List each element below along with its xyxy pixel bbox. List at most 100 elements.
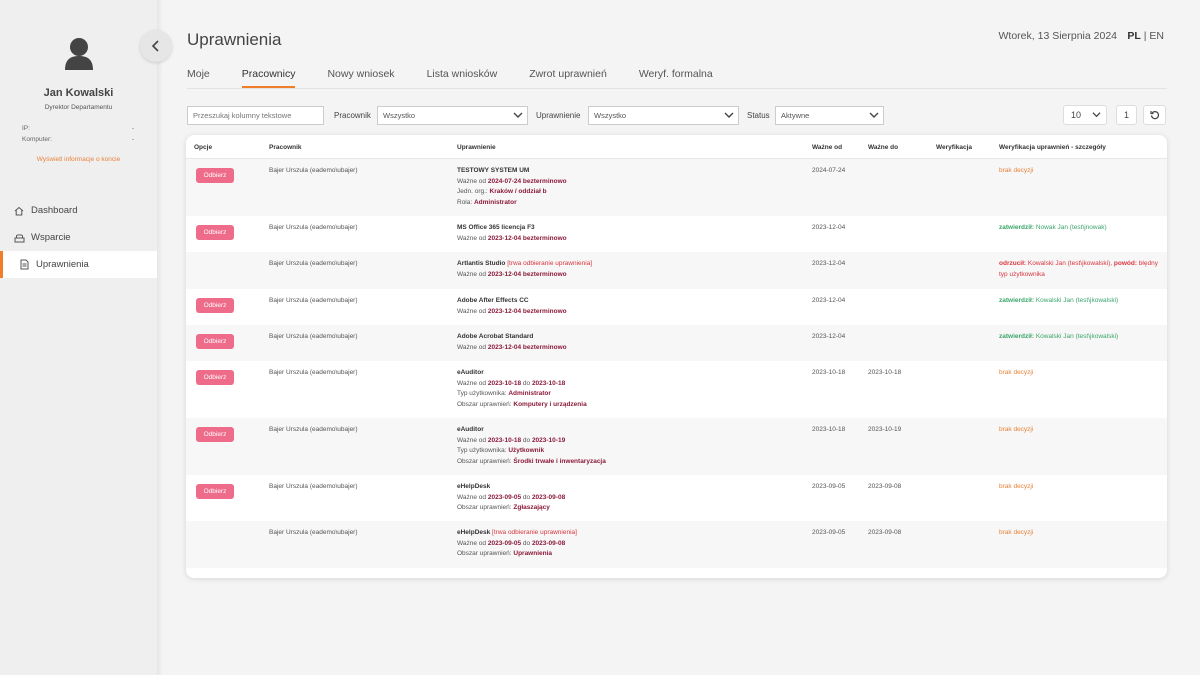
permission-line: eHelpDesk (457, 482, 787, 493)
account-info-link[interactable]: Wyświetl informacje o koncie (0, 156, 157, 163)
table-row: Bajer Urszula (eademo\ubajer) eHelpDesk [… (186, 521, 1167, 568)
text-segment: Ważne od (457, 436, 488, 444)
tab-nowy-wniosek[interactable]: Nowy wniosek (327, 68, 394, 88)
cell-verification-details: zatwierdził: Nowak Jan (test\jnowak) (999, 223, 1159, 234)
text-segment: Jedn. org.: (457, 188, 490, 195)
revoke-button[interactable]: Odbierz (196, 298, 234, 313)
language-switcher: PL | EN (1127, 30, 1164, 42)
text-segment: Ważne od (457, 234, 488, 242)
page-number-button[interactable]: 1 (1116, 105, 1137, 125)
permission-line: Adobe After Effects CC (457, 296, 787, 307)
text-segment: Nowak Jan (test\jnowak) (1035, 224, 1107, 231)
user-role: Dyrektor Departamentu (44, 104, 113, 111)
text-segment: MS Office 365 licencja F3 (457, 224, 535, 231)
permission-line: Ważne od 2024-07-24 bezterminowo (457, 177, 787, 188)
lang-en-link[interactable]: EN (1149, 30, 1164, 42)
cell-valid-from: 2023-12-04 (812, 297, 846, 304)
permission-line: Ważne od 2023-10-18 do 2023-10-19 (457, 436, 787, 447)
current-date: Wtorek, 13 Sierpnia 2024 (998, 30, 1117, 42)
text-segment: Kowalski Jan (test\jkowalski) (1035, 333, 1119, 340)
revoke-button[interactable]: Odbierz (196, 168, 234, 183)
revoke-button[interactable]: Odbierz (196, 484, 234, 499)
cell-verification-details: brak decyzji (999, 368, 1159, 379)
chevron-left-icon (151, 40, 159, 52)
refresh-button[interactable] (1143, 105, 1166, 125)
text-segment: 2023-12-04 bezterminowo (487, 270, 567, 278)
sidebar-shadow (157, 0, 163, 675)
revoke-button[interactable]: Odbierz (196, 370, 234, 385)
table-row: Odbierz Bajer Urszula (eademo\ubajer) eAud… (186, 361, 1167, 418)
per-page-value: 10 (1071, 110, 1082, 120)
text-segment: Ważne od (457, 270, 488, 278)
text-segment: brak decyzji (999, 529, 1034, 536)
text-segment: Ważne od (457, 539, 488, 547)
tab-zwrot-uprawnien[interactable]: Zwrot uprawnień (529, 68, 607, 88)
table-row: Bajer Urszula (eademo\ubajer) Artlantis S… (186, 252, 1167, 289)
nav-label-permissions: Uprawnienia (36, 259, 89, 270)
user-name: Jan Kowalski (43, 87, 114, 99)
tab-lista-wnioskow[interactable]: Lista wniosków (427, 68, 498, 88)
text-segment: Uprawnienia (513, 550, 553, 557)
text-segment: [trwa odbieranie uprawnienia] (507, 260, 593, 267)
ip-label: IP: (22, 125, 30, 132)
text-segment: 2023-09-08 (531, 539, 566, 547)
cell-verification-details: brak decyzji (999, 528, 1159, 539)
text-segment: Administrator (508, 390, 551, 397)
employee-filter-value: Wszystko (383, 111, 416, 120)
cell-valid-from: 2023-12-04 (812, 224, 846, 231)
permission-line: Ważne od 2023-09-05 do 2023-09-08 (457, 493, 787, 504)
revoke-button[interactable]: Odbierz (196, 427, 234, 442)
permission-filter-select[interactable]: Wszystko (588, 106, 739, 125)
revoke-button[interactable]: Odbierz (196, 225, 234, 240)
cell-verification-details: brak decyzji (999, 482, 1159, 493)
cell-valid-from: 2023-12-04 (812, 260, 846, 267)
text-segment: 2023-10-18 (487, 436, 522, 444)
text-segment: Ważne od (457, 379, 488, 387)
cell-valid-from: 2023-10-18 (812, 426, 846, 433)
text-segment: Typ użytkownika: (457, 447, 509, 454)
cell-permission: Adobe Acrobat Standard Ważne od 2023-12-0… (457, 332, 787, 353)
status-filter-select[interactable]: Aktywne (775, 106, 884, 125)
collapse-sidebar-button[interactable] (140, 30, 172, 62)
text-segment: TESTOWY SYSTEM UM (457, 167, 530, 174)
permission-line: Ważne od 2023-12-04 bezterminowo (457, 307, 787, 318)
table-row: Odbierz Bajer Urszula (eademo\ubajer) Adob… (186, 325, 1167, 361)
cell-valid-to: 2023-10-18 (868, 369, 902, 376)
th-valid-to: Ważne do (868, 144, 899, 151)
th-valid-from: Ważne od (812, 144, 843, 151)
chevron-down-icon (513, 112, 523, 118)
th-employee: Pracownik (269, 144, 302, 151)
permissions-table: Opcje Pracownik Uprawnienie Ważne od Waż… (186, 135, 1167, 578)
lang-pl-link[interactable]: PL (1127, 30, 1140, 42)
chevron-down-icon (869, 112, 879, 118)
ip-row: IP: - (22, 125, 134, 132)
nav-item-permissions[interactable]: Uprawnienia (0, 251, 157, 278)
text-segment: Administrator (473, 198, 517, 206)
nav-item-support[interactable]: Wsparcie (0, 224, 157, 251)
text-segment: Obszar uprawnień: (457, 400, 514, 408)
revoke-button[interactable]: Odbierz (196, 334, 234, 349)
tabs: Moje Pracownicy Nowy wniosek Lista wnios… (187, 68, 745, 88)
text-segment: Obszar uprawnień: (457, 504, 514, 511)
text-segment: brak decyzji (999, 426, 1034, 433)
permission-line: Ważne od 2023-12-04 bezterminowo (457, 343, 787, 354)
search-input[interactable] (187, 106, 324, 125)
tab-weryf-formalna[interactable]: Weryf. formalna (639, 68, 713, 88)
text-segment: Komputery i urządzenia (513, 400, 587, 408)
cell-valid-from: 2023-09-05 (812, 483, 846, 490)
text-segment: zatwierdził: (999, 333, 1036, 340)
per-page-select[interactable]: 10 (1063, 105, 1107, 125)
text-segment: do (521, 436, 532, 444)
cell-valid-to: 2023-09-08 (868, 483, 902, 490)
permission-line: Obszar uprawnień: Środki trwałe i inwent… (457, 457, 787, 468)
tab-moje[interactable]: Moje (187, 68, 210, 88)
text-segment: Ważne od (457, 493, 488, 501)
cell-valid-from: 2023-09-05 (812, 529, 846, 536)
cell-employee: Bajer Urszula (eademo\ubajer) (269, 167, 358, 174)
permission-line: TESTOWY SYSTEM UM (457, 166, 787, 177)
text-segment: 2023-10-18 (531, 379, 566, 387)
nav-item-dashboard[interactable]: Dashboard (0, 197, 157, 224)
employee-filter-select[interactable]: Wszystko (377, 106, 528, 125)
tab-pracownicy[interactable]: Pracownicy (241, 68, 296, 88)
text-segment: zatwierdził: (999, 224, 1036, 231)
